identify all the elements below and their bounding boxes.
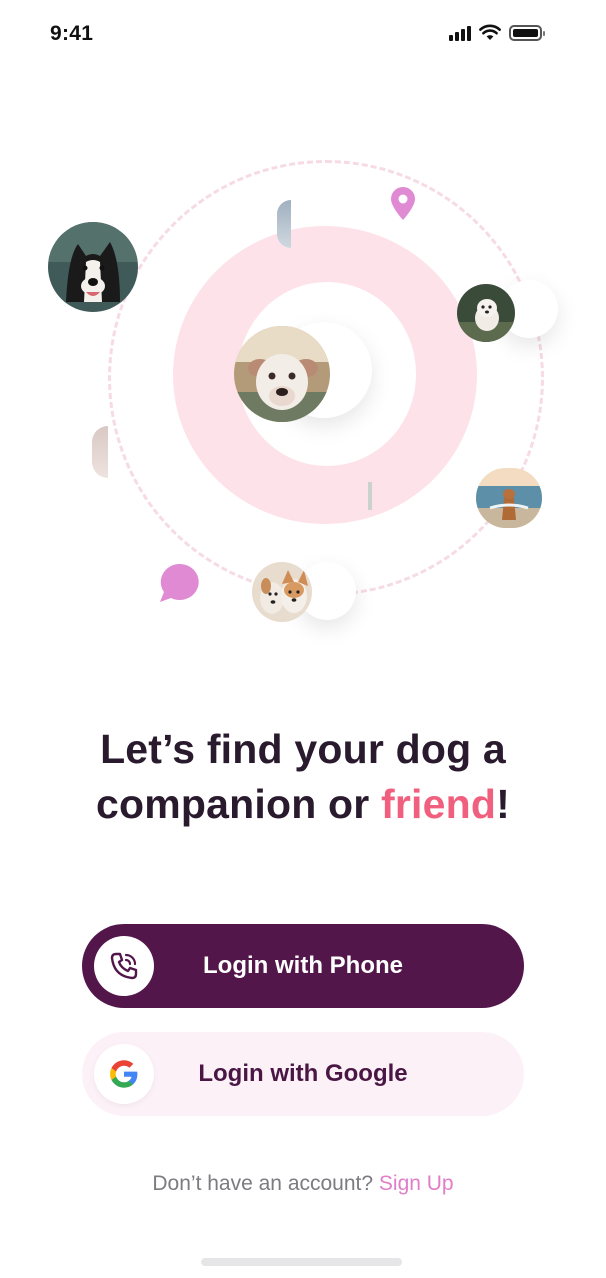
border-collie-avatar	[48, 222, 138, 312]
hero-illustration	[0, 130, 606, 650]
wifi-icon	[479, 24, 501, 40]
status-icons	[449, 24, 545, 41]
home-indicator	[201, 1258, 402, 1266]
login-with-google-label: Login with Google	[198, 1060, 408, 1087]
signup-prompt-text: Don’t have an account?	[152, 1172, 379, 1195]
status-time: 9:41	[50, 22, 94, 45]
headline-accent-word: friend	[381, 781, 497, 827]
partial-avatar	[92, 426, 108, 478]
cellular-signal-icon	[449, 25, 471, 41]
partial-avatar	[277, 200, 291, 248]
two-dogs-avatar	[252, 562, 312, 622]
chat-bubble-icon	[160, 563, 199, 602]
signup-prompt-row: Don’t have an account? Sign Up	[0, 1172, 606, 1196]
login-with-phone-label: Login with Phone	[203, 952, 403, 979]
headline-prefix: companion or	[95, 781, 382, 827]
headline-suffix: !	[496, 781, 510, 827]
sign-up-link[interactable]: Sign Up	[379, 1172, 454, 1195]
status-bar: 9:41	[0, 0, 606, 70]
login-with-phone-button[interactable]: Login with Phone	[82, 924, 524, 1008]
white-puppy-avatar	[457, 284, 515, 342]
beach-dog-avatar	[476, 468, 542, 528]
location-pin-icon	[391, 187, 415, 220]
battery-icon	[509, 24, 545, 41]
headline-line-2: companion or friend!	[0, 777, 606, 832]
headline: Let’s find your dog a companion or frien…	[0, 722, 606, 832]
pitbull-avatar	[234, 326, 330, 422]
partial-avatar	[368, 482, 372, 510]
headline-line-1: Let’s find your dog a	[100, 726, 506, 772]
login-with-google-button[interactable]: Login with Google	[82, 1032, 524, 1116]
